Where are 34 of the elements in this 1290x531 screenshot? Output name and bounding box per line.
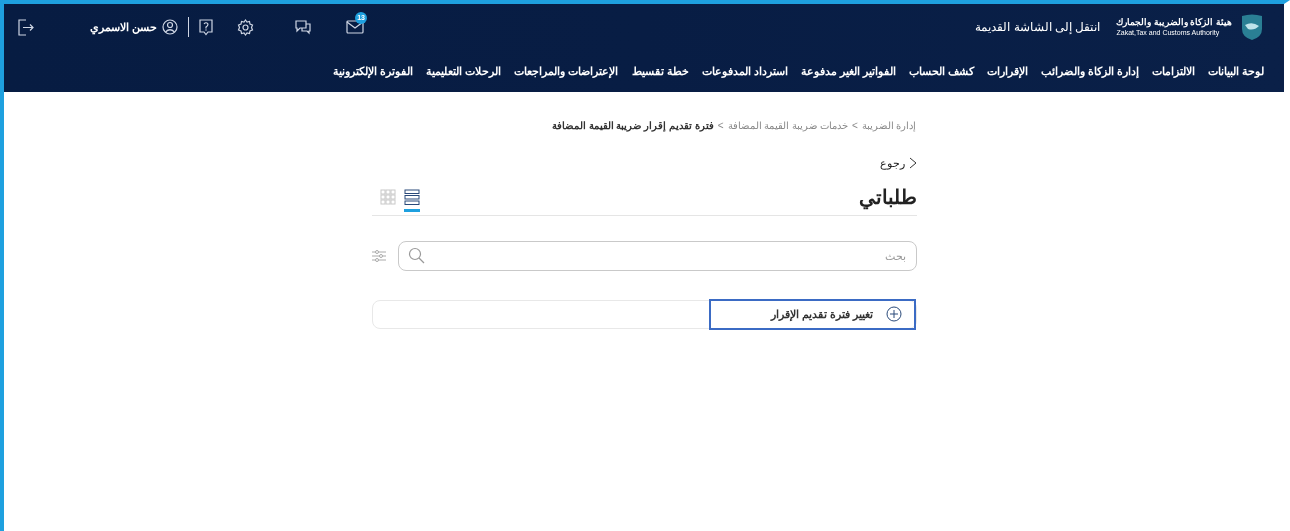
search-field[interactable]: بحث	[397, 240, 917, 271]
nav-link[interactable]: الإقرارات	[986, 62, 1028, 80]
old-screen-link[interactable]: انتقل إلى الشاشة القديمة	[975, 18, 1101, 36]
nav-link[interactable]: الإعتراضات والمراجعات	[514, 62, 619, 80]
settings-icon[interactable]	[237, 18, 255, 36]
user-name[interactable]: حسن الاسمري	[90, 18, 158, 36]
plus-icon	[885, 306, 902, 322]
search-icon	[407, 246, 425, 264]
page-title: طلباتي	[858, 184, 917, 212]
logo-text: هيئة الزكاة والضريبة والجمارك	[1116, 18, 1232, 27]
breadcrumb-separator: >	[851, 119, 858, 133]
nav-link[interactable]: خطة تقسيط	[631, 62, 689, 80]
nav-link[interactable]: استرداد المدفوعات	[701, 62, 788, 80]
nav-link[interactable]: الفواتير الغير مدفوعة	[800, 62, 896, 80]
nav-link[interactable]: لوحة البيانات	[1207, 62, 1264, 80]
help-icon[interactable]	[199, 18, 214, 36]
chat-icon[interactable]	[294, 19, 313, 35]
breadcrumb-link[interactable]: خدمات ضريبة القيمة المضافة	[727, 118, 848, 133]
nav-link[interactable]: الالتزامات	[1151, 62, 1195, 80]
chevron-icon[interactable]	[908, 157, 917, 170]
breadcrumb-link[interactable]: إدارة الضريبة	[861, 118, 917, 133]
logout-icon[interactable]	[18, 18, 34, 36]
nav-link[interactable]: الفوترة الإلكترونية	[333, 62, 414, 80]
action-button[interactable]: تغيير فترة تقديم الإقرار	[708, 298, 916, 330]
breadcrumb-current: فترة تقديم إقرار ضريبة القيمة المضافة	[551, 119, 714, 133]
list-view-toggle[interactable]	[403, 188, 420, 212]
nav-link[interactable]: إدارة الزكاة والضرائب	[1040, 62, 1139, 80]
back-link[interactable]: رجوع	[879, 155, 905, 172]
breadcrumb-separator: >	[717, 119, 724, 133]
nav-link[interactable]: الرحلات التعليمية	[426, 62, 502, 80]
logo-icon	[1240, 13, 1264, 41]
mail-icon[interactable]	[346, 20, 365, 34]
nav-link[interactable]: كشف الحساب	[908, 62, 974, 80]
user-icon[interactable]	[162, 19, 179, 35]
